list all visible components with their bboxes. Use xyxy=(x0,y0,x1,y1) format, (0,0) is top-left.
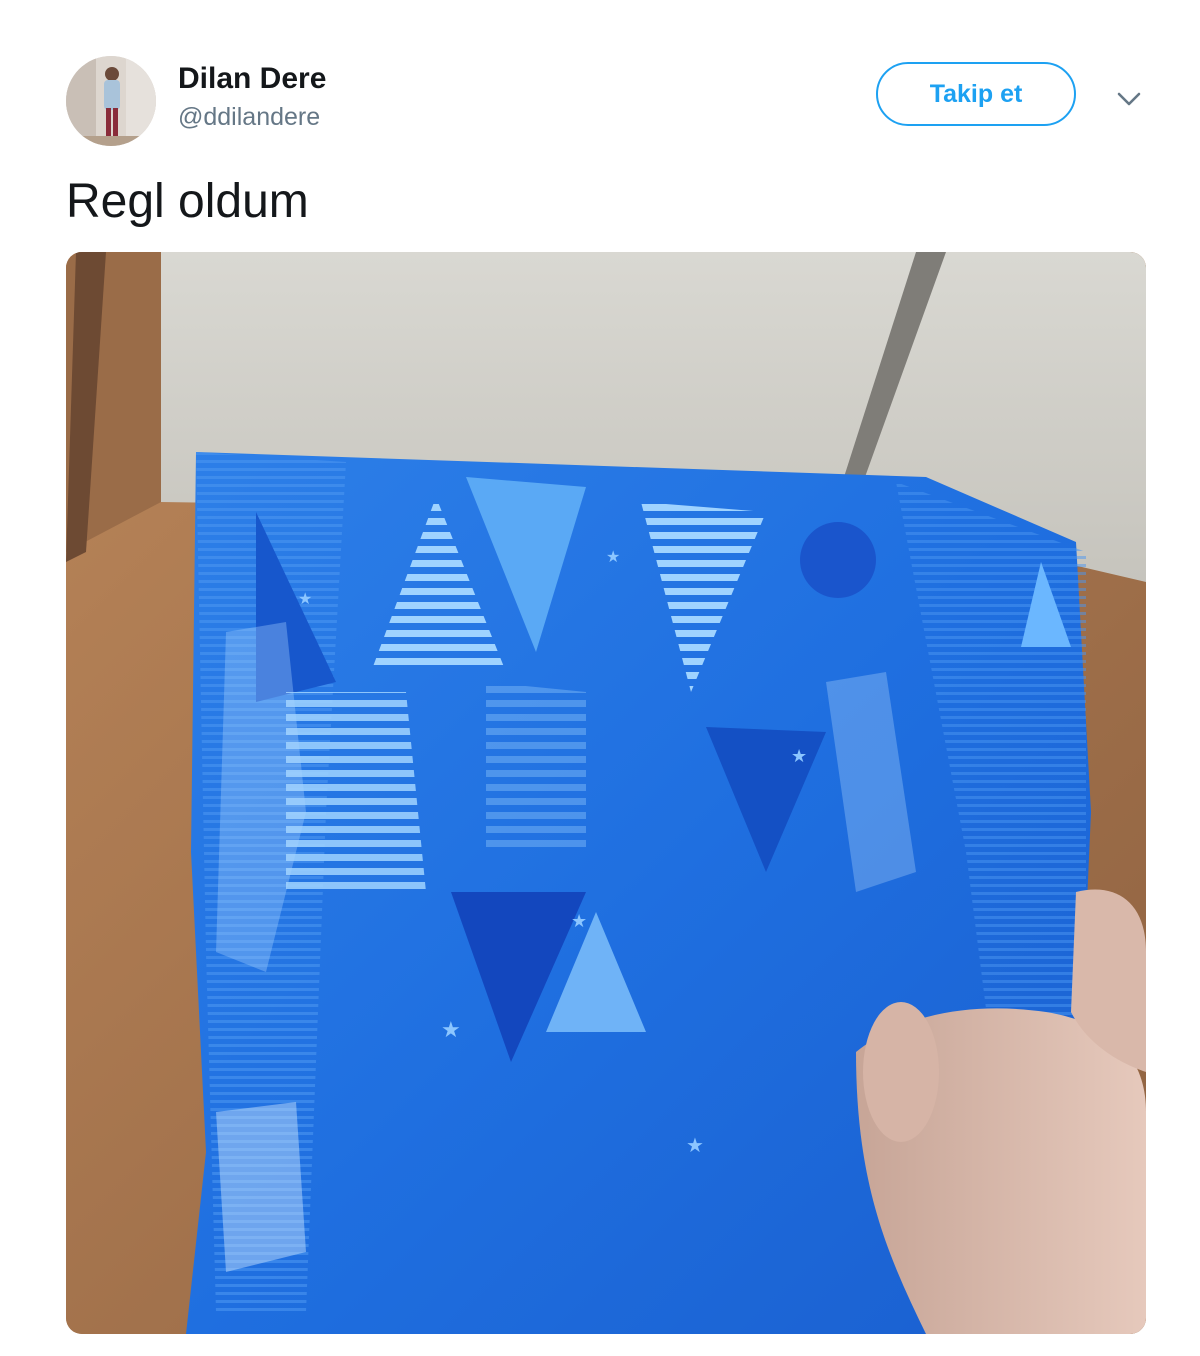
tweet-card: Dilan Dere @ddilandere Takip et Regl old… xyxy=(0,0,1200,1356)
svg-text:★: ★ xyxy=(298,589,312,608)
svg-text:★: ★ xyxy=(441,1018,461,1043)
photo-blue-pad-package: ★ ★ ★ ★ ★ ★ xyxy=(66,252,1146,1334)
tweet-text: Regl oldum xyxy=(66,175,309,228)
chevron-down-icon[interactable] xyxy=(1112,82,1146,116)
svg-text:★: ★ xyxy=(606,547,620,566)
avatar[interactable] xyxy=(66,56,156,146)
author-handle[interactable]: @ddilandere xyxy=(178,100,320,134)
tweet-photo[interactable]: ★ ★ ★ ★ ★ ★ xyxy=(66,252,1146,1334)
avatar-photo xyxy=(66,56,156,146)
svg-text:★: ★ xyxy=(686,1133,704,1157)
author-name[interactable]: Dilan Dere xyxy=(178,60,326,98)
svg-text:★: ★ xyxy=(791,746,807,767)
follow-button[interactable]: Takip et xyxy=(876,62,1076,126)
svg-text:★: ★ xyxy=(571,911,587,932)
